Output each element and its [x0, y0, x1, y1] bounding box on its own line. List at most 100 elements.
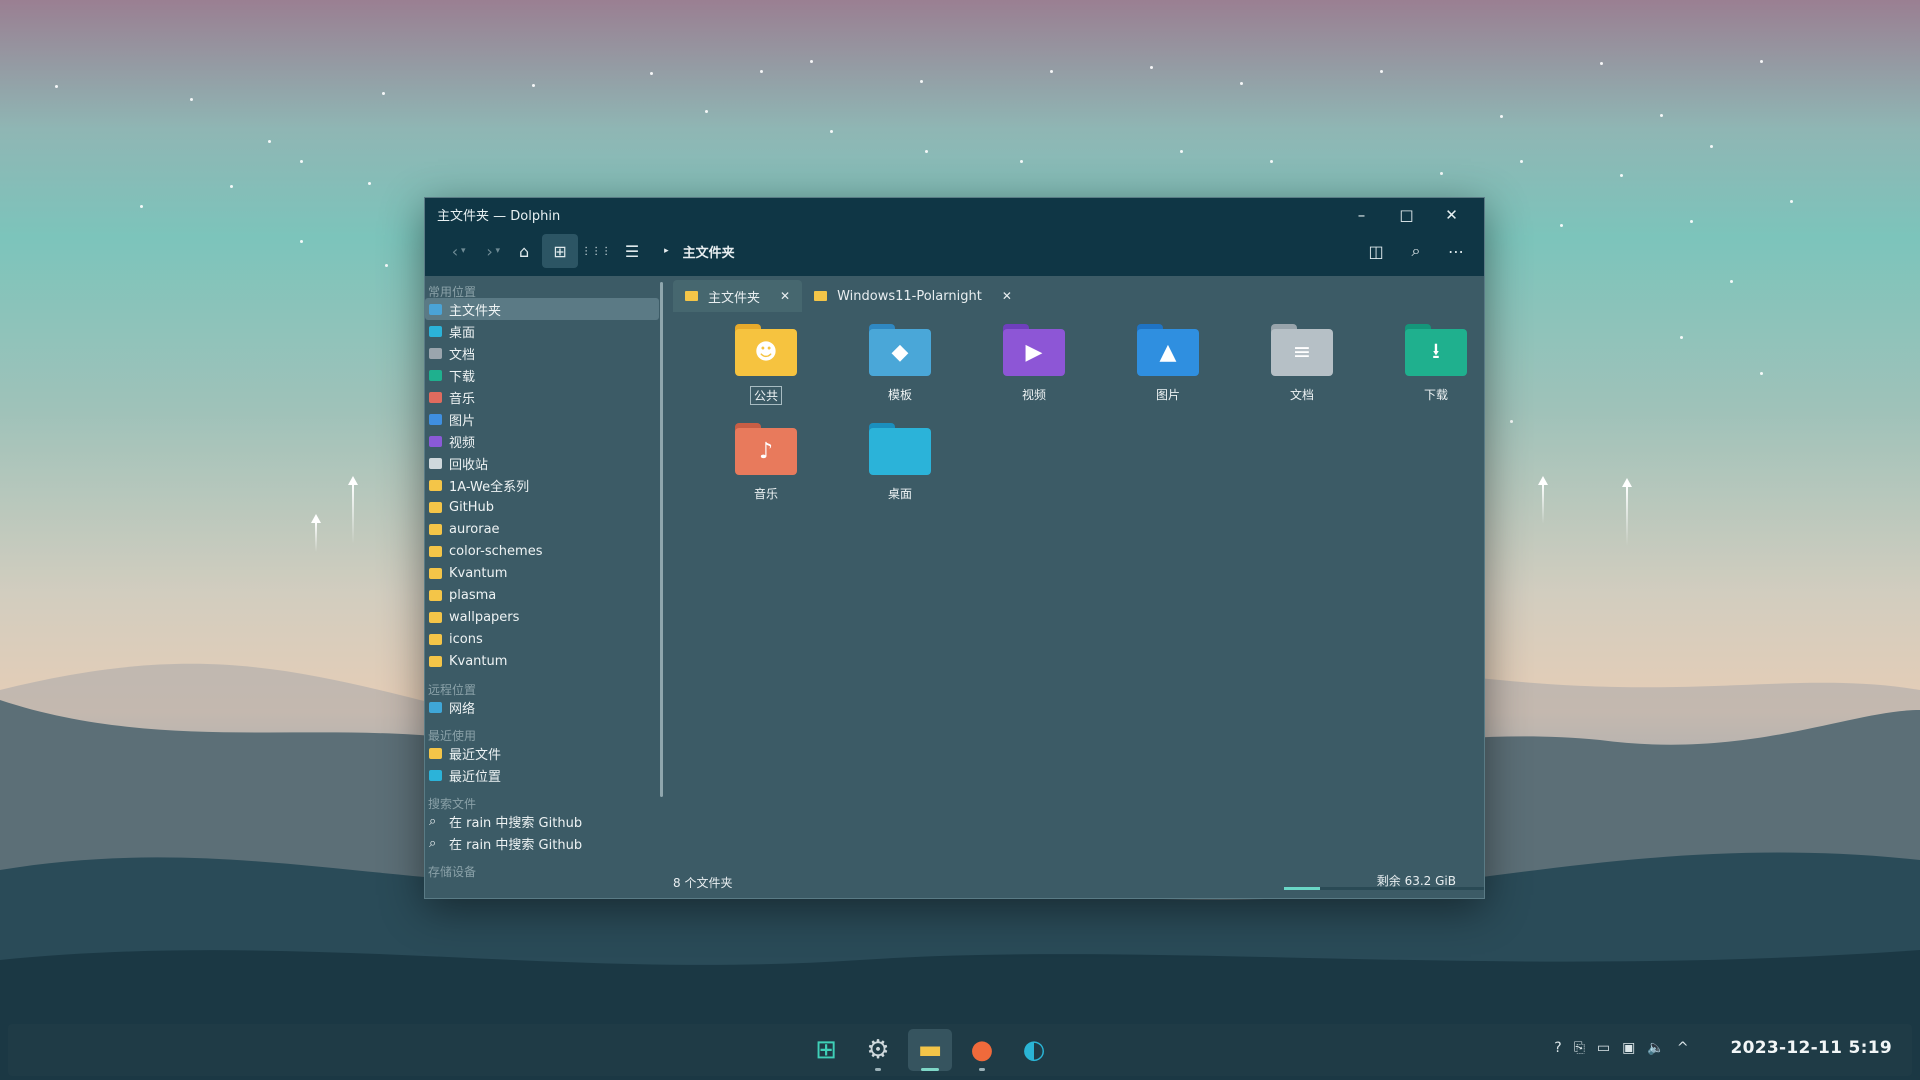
sidebar-item[interactable]: GitHub — [425, 496, 659, 518]
sidebar-item[interactable]: 主文件夹 — [425, 298, 659, 320]
folder-icon: ≡ — [1271, 324, 1333, 376]
sidebar-item[interactable]: 回收站 — [425, 452, 659, 474]
taskbar-app[interactable]: ⚙ — [856, 1029, 900, 1071]
display-icon[interactable]: ▭ — [1597, 1040, 1610, 1056]
folder-item[interactable]: ☻ 公共 — [699, 324, 833, 405]
window-titlebar[interactable]: 主文件夹 — Dolphin – □ ✕ ‹ ▾ › ▾ ⌂ ⊞ ⋮⋮⋮ ☰ ▸… — [425, 198, 1484, 276]
star — [268, 140, 271, 143]
hamburger-menu-button[interactable]: ⋯ — [1438, 234, 1474, 268]
sidebar-item[interactable]: 1A-We全系列 — [425, 474, 659, 496]
star — [1510, 420, 1513, 423]
folder-item[interactable]: ⭳ 下载 — [1369, 324, 1484, 405]
clock[interactable]: 2023-12-11 5:19 — [1731, 1038, 1892, 1058]
close-button[interactable]: ✕ — [1429, 200, 1474, 230]
forward-button[interactable]: › — [472, 234, 508, 268]
tab-windows11-polarnight[interactable]: Windows11-Polarnight ✕ — [802, 280, 1024, 312]
maximize-button[interactable]: □ — [1384, 200, 1429, 230]
tray-expand-icon[interactable]: ^ — [1677, 1040, 1689, 1056]
sidebar-item-label: 图片 — [449, 413, 476, 429]
star — [1440, 172, 1443, 175]
folder-glyph: ☻ — [735, 329, 797, 376]
taskbar-app[interactable]: ⊞ — [804, 1029, 848, 1071]
tab-close-icon[interactable]: ✕ — [780, 289, 790, 303]
star — [190, 98, 193, 101]
breadcrumb-separator-icon[interactable]: ▸ — [664, 246, 669, 256]
star — [830, 130, 833, 133]
sidebar-item[interactable]: plasma — [425, 584, 659, 606]
sidebar-item[interactable]: icons — [425, 628, 659, 650]
folder-icon — [814, 291, 828, 301]
folder-glyph: ▲ — [1137, 329, 1199, 376]
disk-usage-bar — [1284, 887, 1484, 890]
sidebar-item[interactable]: Kvantum — [425, 650, 659, 672]
star — [760, 70, 763, 73]
search-button[interactable]: ⌕ — [1398, 234, 1434, 268]
forward-history-dropdown[interactable]: ▾ — [496, 246, 501, 256]
sidebar-item-label: 在 rain 中搜索 Github — [449, 837, 583, 853]
sidebar-item[interactable]: color-schemes — [425, 540, 659, 562]
sidebar-scrollbar[interactable] — [660, 282, 663, 797]
sidebar-item[interactable]: 网络 — [425, 696, 659, 718]
sidebar-item[interactable]: 视频 — [425, 430, 659, 452]
star — [1730, 280, 1733, 283]
taskbar-app[interactable]: ◐ — [1012, 1029, 1056, 1071]
sidebar-section-header: 常用位置 — [428, 285, 477, 299]
breadcrumb: ▸ 主文件夹 — [664, 242, 735, 261]
clipboard-icon[interactable]: ⎘ — [1574, 1040, 1585, 1056]
details-view-button[interactable]: ☰ — [614, 234, 650, 268]
sidebar-item[interactable]: 图片 — [425, 408, 659, 430]
folder-label: 文档 — [1289, 388, 1314, 402]
sidebar-item[interactable]: ⌕ 在 rain 中搜索 Github — [425, 810, 659, 832]
sidebar-item[interactable]: aurorae — [425, 518, 659, 540]
help-icon[interactable]: ? — [1554, 1040, 1561, 1056]
sidebar-item[interactable]: 音乐 — [425, 386, 659, 408]
folder-icon: ▶ — [1003, 324, 1065, 376]
folder-item[interactable]: ▲ 图片 — [1101, 324, 1235, 405]
folder-glyph: ⭳ — [1405, 329, 1467, 376]
sidebar-item[interactable]: wallpapers — [425, 606, 659, 628]
folder-item[interactable]: ◆ 模板 — [833, 324, 967, 405]
star — [1760, 372, 1763, 375]
network-icon[interactable]: ▣ — [1622, 1040, 1635, 1056]
taskbar-app[interactable]: ▬ — [908, 1029, 952, 1071]
tab-close-icon[interactable]: ✕ — [1002, 289, 1012, 303]
sidebar-item[interactable]: 下载 — [425, 364, 659, 386]
place-icon — [429, 769, 442, 781]
minimize-button[interactable]: – — [1339, 200, 1384, 230]
back-button[interactable]: ‹ — [437, 234, 473, 268]
sidebar-item-label: GitHub — [449, 499, 495, 515]
folder-count: 8 个文件夹 — [673, 876, 733, 890]
home-button[interactable]: ⌂ — [506, 234, 542, 268]
sidebar-item[interactable]: 最近文件 — [425, 742, 659, 764]
sidebar-item[interactable]: 最近位置 — [425, 764, 659, 786]
place-icon — [429, 391, 442, 403]
folder-label: 图片 — [1155, 388, 1180, 402]
folder-item[interactable]: ≡ 文档 — [1235, 324, 1369, 405]
icons-view-button[interactable]: ⊞ — [542, 234, 579, 268]
folder-item[interactable]: ▶ 视频 — [967, 324, 1101, 405]
volume-icon[interactable]: 🔈 — [1647, 1040, 1664, 1056]
breadcrumb-home[interactable]: 主文件夹 — [683, 242, 735, 261]
place-icon — [429, 567, 442, 579]
place-icon — [429, 413, 442, 425]
taskbar-app[interactable]: ● — [960, 1029, 1004, 1071]
place-icon — [429, 747, 442, 759]
star — [810, 60, 813, 63]
split-view-button[interactable]: ◫ — [1358, 234, 1394, 268]
compact-view-button[interactable]: ⋮⋮⋮ — [578, 234, 614, 268]
sidebar-item[interactable]: 桌面 — [425, 320, 659, 342]
settings-icon: ⚙ — [866, 1035, 890, 1065]
sidebar-item[interactable]: 文档 — [425, 342, 659, 364]
star — [1150, 66, 1153, 69]
sidebar-item[interactable]: ⌕ 在 rain 中搜索 Github — [425, 832, 659, 854]
main-view: 主文件夹 ✕ Windows11-Polarnight ✕ ☻ 公共 ◆ 模板 ▶ 视频 ▲… — [673, 276, 1484, 898]
place-icon — [429, 325, 442, 337]
sidebar-item[interactable]: Kvantum — [425, 562, 659, 584]
tab-home[interactable]: 主文件夹 ✕ — [673, 280, 803, 312]
folder-item[interactable]: 桌面 — [833, 423, 967, 502]
star — [1790, 200, 1793, 203]
place-icon — [429, 479, 442, 491]
star — [230, 185, 233, 188]
folder-item[interactable]: ♪ 音乐 — [699, 423, 833, 502]
back-history-dropdown[interactable]: ▾ — [461, 246, 466, 256]
